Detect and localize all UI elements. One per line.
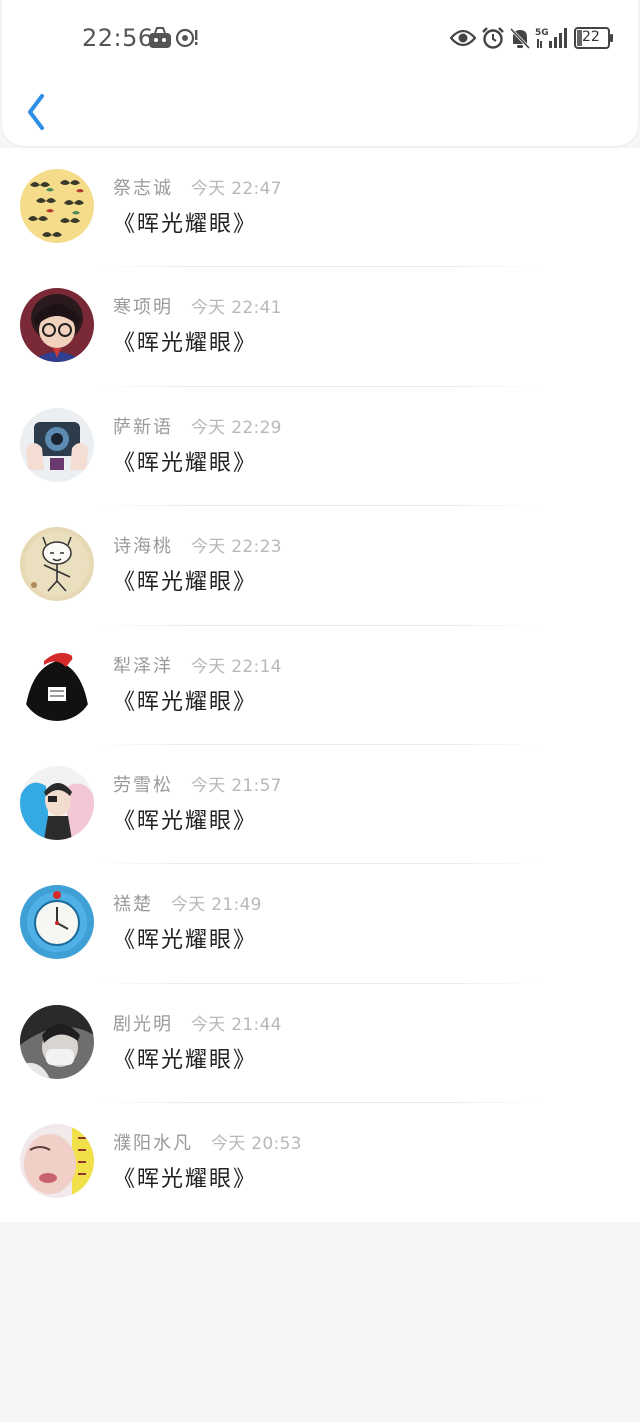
- avatar[interactable]: [20, 288, 94, 363]
- bell-muted-icon: [509, 26, 531, 54]
- message-time: 今天 21:44: [191, 1014, 282, 1035]
- message-text: 《晖光耀眼》: [113, 570, 258, 596]
- list-item[interactable]: 濮阳水凡 今天 20:53 《晖光耀眼》: [0, 1103, 640, 1222]
- list-item[interactable]: 诗海桃 今天 22:23 《晖光耀眼》: [0, 506, 640, 626]
- sender-name: 萨新语: [113, 416, 173, 438]
- list-item[interactable]: 剧光明 今天 21:44 《晖光耀眼》: [0, 984, 640, 1104]
- avatar[interactable]: [20, 407, 94, 482]
- game-controller-icon: [148, 27, 172, 53]
- message-text: 《晖光耀眼》: [113, 928, 258, 954]
- list-item[interactable]: 萨新语 今天 22:29 《晖光耀眼》: [0, 387, 640, 507]
- message-text: 《晖光耀眼》: [113, 331, 258, 357]
- svg-text:5G: 5G: [535, 28, 549, 38]
- message-time: 今天 22:23: [191, 537, 282, 558]
- sender-name: 劳雪松: [113, 774, 173, 796]
- message-text: 《晖光耀眼》: [113, 1167, 258, 1193]
- message-time: 今天 20:53: [211, 1134, 302, 1155]
- message-text: 《晖光耀眼》: [113, 808, 258, 834]
- nfc-icon: [175, 27, 200, 53]
- message-time: 今天 21:57: [191, 775, 282, 796]
- top-bar: 22:56 5G 22: [2, 0, 638, 146]
- avatar[interactable]: [20, 646, 94, 721]
- sender-name: 诗海桃: [113, 536, 173, 558]
- back-button[interactable]: [20, 90, 54, 134]
- clock: 22:56: [82, 24, 154, 52]
- message-time: 今天 22:47: [191, 179, 282, 199]
- avatar[interactable]: [20, 1004, 94, 1079]
- sender-name: 剧光明: [113, 1013, 173, 1035]
- avatar[interactable]: [20, 169, 94, 243]
- avatar[interactable]: [20, 765, 94, 840]
- eye-icon: [449, 28, 477, 52]
- message-time: 今天 21:49: [171, 895, 262, 916]
- message-time: 今天 22:41: [191, 298, 282, 319]
- list-item[interactable]: 犁泽洋 今天 22:14 《晖光耀眼》: [0, 626, 640, 745]
- message-list: 祭志诚今天 22:47 《晖光耀眼》 寒项明今天 22:41 《晖光耀眼》: [0, 148, 640, 1222]
- sender-name: 犁泽洋: [113, 655, 173, 677]
- message-text: 《晖光耀眼》: [113, 689, 258, 715]
- sender-name: 禚楚: [113, 894, 153, 916]
- avatar[interactable]: [20, 1124, 94, 1199]
- sender-name: 寒项明: [113, 297, 173, 319]
- message-text: 《晖光耀眼》: [113, 450, 258, 476]
- avatar[interactable]: [20, 885, 94, 960]
- 5g-signal-icon: 5G: [535, 26, 569, 54]
- sender-name: 濮阳水凡: [113, 1133, 193, 1155]
- alarm-icon: [481, 26, 505, 54]
- message-time: 今天 22:14: [191, 656, 282, 677]
- sender-name: 祭志诚: [113, 178, 173, 199]
- message-text: 《晖光耀眼》: [113, 1047, 258, 1073]
- list-item[interactable]: 寒项明 今天 22:41 《晖光耀眼》: [0, 267, 640, 387]
- battery-level: 22: [582, 29, 600, 45]
- list-item[interactable]: 祭志诚 今天 22:47 《晖光耀眼》: [0, 148, 640, 268]
- message-time: 今天 22:29: [191, 417, 282, 438]
- avatar[interactable]: [20, 527, 94, 602]
- chevron-left-icon: [28, 94, 44, 130]
- message-text: 《晖光耀眼》: [113, 212, 258, 237]
- list-item[interactable]: 禚楚 今天 21:49 《晖光耀眼》: [0, 864, 640, 984]
- list-item[interactable]: 劳雪松 今天 21:57 《晖光耀眼》: [0, 745, 640, 865]
- status-bar: 22:56 5G 22: [2, 0, 638, 80]
